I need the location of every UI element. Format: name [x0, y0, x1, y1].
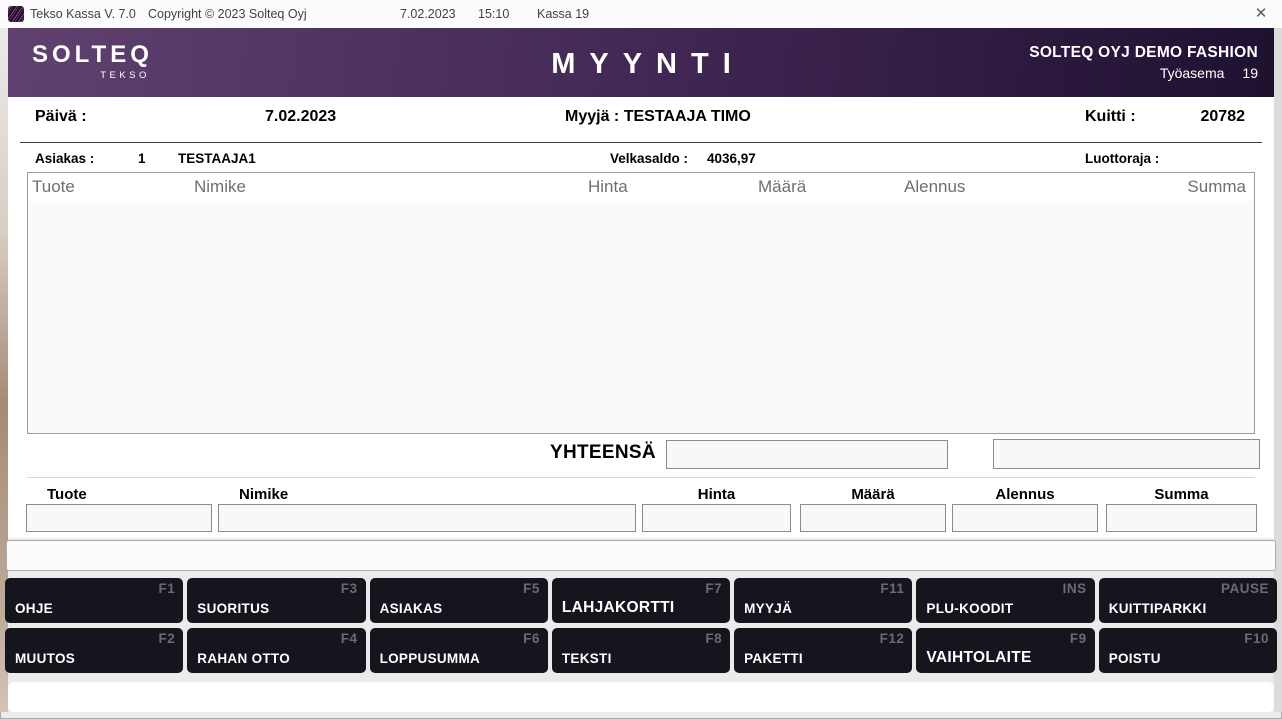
titlebar-register: Kassa 19: [537, 0, 589, 28]
summa-input[interactable]: [1106, 504, 1257, 532]
entry-label-alennus: Alennus: [952, 486, 1098, 503]
close-icon[interactable]: ✕: [1244, 0, 1278, 28]
function-keys-row-1: F1OHJE F3SUORITUS F5ASIAKAS F7LAHJAKORTT…: [5, 578, 1277, 623]
fkey-label: F7: [705, 581, 722, 596]
maara-input[interactable]: [800, 504, 946, 532]
customer-name: TESTAAJA1: [178, 151, 256, 166]
fkey-label: INS: [1063, 581, 1087, 596]
plu-koodit-button[interactable]: INSPLU-KOODIT: [916, 578, 1094, 623]
total-value-field: [666, 440, 948, 469]
debt-label: Velkasaldo :: [610, 151, 688, 166]
function-keys-row-2: F2MUUTOS F4RAHAN OTTO F6LOPPUSUMMA F8TEK…: [5, 628, 1277, 673]
fkey-label: F8: [705, 631, 722, 646]
date-value: 7.02.2023: [265, 108, 336, 126]
entry-divider: [27, 477, 1255, 478]
poistu-button[interactable]: F10POISTU: [1099, 628, 1277, 673]
teksti-button[interactable]: F8TEKSTI: [552, 628, 730, 673]
muutos-button[interactable]: F2MUUTOS: [5, 628, 183, 673]
workstation-label: Työasema: [1160, 65, 1225, 81]
ohje-button[interactable]: F1OHJE: [5, 578, 183, 623]
seller-line: Myyjä : TESTAAJA TIMO: [565, 108, 751, 126]
vaihtolaite-button[interactable]: F9VAIHTOLAITE: [916, 628, 1094, 673]
tekso-app-icon: [8, 6, 24, 22]
asiakas-button[interactable]: F5ASIAKAS: [370, 578, 548, 623]
rahan-otto-button[interactable]: F4RAHAN OTTO: [187, 628, 365, 673]
entry-label-nimike: Nimike: [239, 486, 288, 503]
credit-label: Luottoraja :: [1085, 151, 1159, 166]
items-table: Tuote Nimike Hinta Määrä Alennus Summa: [27, 172, 1255, 434]
entry-label-summa: Summa: [1106, 486, 1257, 503]
paketti-button[interactable]: F12PAKETTI: [734, 628, 912, 673]
fkey-label: F2: [159, 631, 176, 646]
loppusumma-button[interactable]: F6LOPPUSUMMA: [370, 628, 548, 673]
workstation: Työasema 19: [1029, 65, 1258, 81]
debt-value: 4036,97: [707, 151, 756, 166]
nimike-input[interactable]: [218, 504, 636, 532]
col-hinta: Hinta: [588, 173, 628, 201]
items-table-header: Tuote Nimike Hinta Määrä Alennus Summa: [28, 173, 1254, 201]
fkey-label: F11: [880, 581, 904, 596]
fkey-label: F3: [341, 581, 358, 596]
info-divider: [20, 142, 1262, 143]
store-name: SOLTEQ OYJ DEMO FASHION: [1029, 44, 1258, 62]
entry-label-tuote: Tuote: [47, 486, 87, 503]
col-summa: Summa: [1187, 173, 1246, 201]
entry-label-hinta: Hinta: [642, 486, 791, 503]
col-maara: Määrä: [758, 173, 806, 201]
titlebar-copyright: Copyright © 2023 Solteq Oyj: [148, 0, 307, 28]
myyja-button[interactable]: F11MYYJÄ: [734, 578, 912, 623]
seller-label: Myyjä :: [565, 108, 619, 125]
alennus-input[interactable]: [952, 504, 1098, 532]
fkey-label: F1: [159, 581, 176, 596]
fkey-label: F12: [880, 631, 905, 646]
tuote-input[interactable]: [26, 504, 212, 532]
total-secondary-field: [993, 439, 1260, 469]
status-bar: [8, 682, 1274, 712]
entry-label-maara: Määrä: [800, 486, 946, 503]
hinta-input[interactable]: [642, 504, 791, 532]
fkey-label: PAUSE: [1221, 581, 1269, 596]
date-label: Päivä :: [35, 108, 87, 126]
total-label: YHTEENSÄ: [550, 442, 656, 464]
fkey-label: F5: [523, 581, 540, 596]
titlebar-time: 15:10: [478, 0, 509, 28]
col-nimike: Nimike: [194, 173, 246, 201]
titlebar: Tekso Kassa V. 7.0 Copyright © 2023 Solt…: [0, 0, 1282, 28]
app-header: SOLTEQ TEKSO MYYNTI SOLTEQ OYJ DEMO FASH…: [8, 28, 1274, 97]
customer-number: 1: [138, 151, 146, 166]
window-title: Tekso Kassa V. 7.0: [30, 0, 136, 28]
col-tuote: Tuote: [32, 173, 75, 201]
command-input[interactable]: [6, 540, 1276, 571]
col-alennus: Alennus: [904, 173, 965, 201]
fkey-label: F4: [341, 631, 358, 646]
lahjakortti-button[interactable]: F7LAHJAKORTTI: [552, 578, 730, 623]
receipt-label: Kuitti :: [1085, 108, 1136, 126]
workstation-number: 19: [1242, 65, 1258, 81]
fkey-label: F6: [523, 631, 540, 646]
kuittiparkki-button[interactable]: PAUSEKUITTIPARKKI: [1099, 578, 1277, 623]
titlebar-date: 7.02.2023: [400, 0, 456, 28]
pos-window: Tekso Kassa V. 7.0 Copyright © 2023 Solt…: [0, 0, 1282, 719]
fkey-label: F10: [1244, 631, 1269, 646]
customer-label: Asiakas :: [35, 151, 94, 166]
store-info: SOLTEQ OYJ DEMO FASHION Työasema 19: [1029, 44, 1258, 81]
seller-value: TESTAAJA TIMO: [624, 108, 751, 125]
fkey-label: F9: [1070, 631, 1087, 646]
receipt-value: 20782: [1145, 108, 1245, 126]
suoritus-button[interactable]: F3SUORITUS: [187, 578, 365, 623]
